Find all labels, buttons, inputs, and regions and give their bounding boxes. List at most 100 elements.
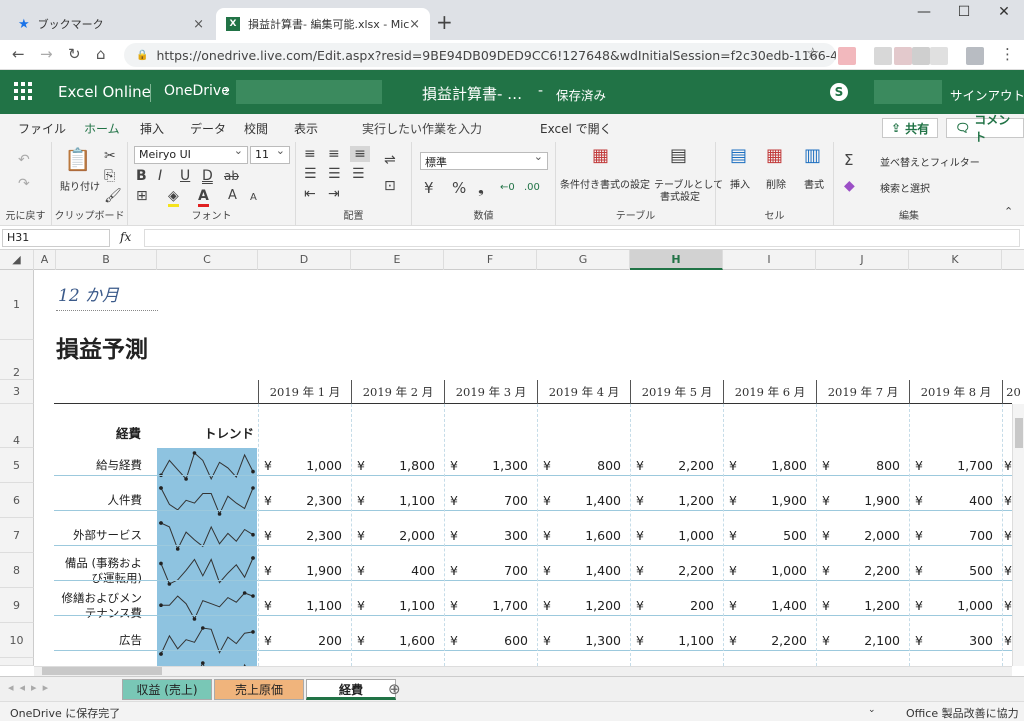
open-in-excel[interactable]: Excel で開く (540, 120, 612, 137)
double-underline-button[interactable]: D (202, 168, 213, 184)
clear-icon[interactable]: ◆ (844, 178, 855, 194)
month-header[interactable]: 2019 年 3 月 (444, 380, 537, 404)
font-size-select[interactable]: 11 (250, 144, 290, 164)
sheet-tab-expenses[interactable]: 経費 (306, 679, 396, 700)
expense-value[interactable]: 2,200 (836, 563, 900, 578)
expense-value[interactable]: 1,200 (836, 598, 900, 613)
scroll-thumb[interactable] (42, 667, 162, 675)
row-header[interactable]: 1 (0, 270, 34, 340)
formula-input[interactable] (144, 229, 1020, 247)
strikethrough-button[interactable]: ab (224, 168, 239, 184)
skype-icon[interactable]: S (830, 83, 848, 101)
row-header[interactable]: 8 (0, 553, 34, 588)
column-header[interactable]: J (816, 250, 909, 270)
extension-icon[interactable] (838, 47, 856, 65)
expense-value[interactable]: 1,300 (464, 458, 528, 473)
expense-value[interactable]: 2,200 (650, 458, 714, 473)
close-tab-icon[interactable]: × (193, 17, 204, 32)
expense-value[interactable]: 1,400 (557, 563, 621, 578)
new-tab-button[interactable]: + (436, 10, 453, 34)
month-header[interactable]: 2019 年 8 月 (909, 380, 1002, 404)
paste-icon[interactable]: 📋 (64, 148, 91, 174)
column-header[interactable]: A (34, 250, 56, 270)
column-header[interactable]: I (723, 250, 816, 270)
decrease-indent-icon[interactable]: ⇤ (304, 186, 316, 202)
font-color-button[interactable]: A (198, 188, 209, 207)
redo-icon[interactable]: ↷ (18, 176, 30, 192)
tab-review[interactable]: 校閲 (244, 120, 268, 137)
decrease-decimal-icon[interactable]: .00 (524, 180, 540, 196)
extension-icon[interactable] (930, 47, 948, 65)
add-sheet-button[interactable]: ⊕ (388, 680, 401, 698)
currency-button[interactable]: ¥ (424, 180, 434, 196)
column-header[interactable]: B (56, 250, 157, 270)
border-icon[interactable]: ⊞ (136, 188, 148, 204)
close-window-button[interactable]: ✕ (984, 4, 1024, 20)
row-header[interactable]: 6 (0, 483, 34, 518)
extension-icon[interactable] (894, 47, 912, 65)
column-header-selected[interactable]: H (630, 250, 723, 270)
column-header[interactable]: C (157, 250, 258, 270)
expense-label[interactable]: 人件費 (55, 493, 143, 508)
align-right-icon[interactable]: ☰ (352, 166, 365, 182)
sheet-nav-arrows[interactable]: ◂◂▸▸ (8, 681, 54, 694)
expense-value[interactable]: 600 (464, 633, 528, 648)
extension-icon[interactable] (874, 47, 892, 65)
month-header[interactable]: 2019 年 4 月 (537, 380, 630, 404)
chevron-down-icon[interactable]: ⌄ (868, 705, 876, 715)
expense-value[interactable]: 2,200 (743, 633, 807, 648)
paste-button[interactable]: 貼り付け (60, 178, 100, 193)
underline-button[interactable]: U (180, 168, 190, 184)
expense-value[interactable]: 1,000 (743, 563, 807, 578)
month-header[interactable]: 2019 年 5 月 (630, 380, 723, 404)
share-button[interactable]: ⇪ 共有 (882, 118, 939, 138)
sheet-tab-revenue[interactable]: 収益 (売上) (122, 679, 212, 700)
tab-view[interactable]: 表示 (294, 120, 318, 137)
expense-value[interactable]: 1,600 (371, 633, 435, 648)
find-select-button[interactable]: 検索と選択 (880, 180, 930, 195)
expense-value[interactable]: 400 (371, 563, 435, 578)
expense-value[interactable]: 2,300 (278, 528, 342, 543)
maximize-button[interactable]: ☐ (944, 4, 984, 20)
tab-bookmarks[interactable]: ★ ブックマーク × (8, 8, 214, 40)
vertical-scrollbar[interactable] (1012, 404, 1024, 666)
expense-value[interactable]: 1,300 (557, 633, 621, 648)
expense-value[interactable]: 1,600 (557, 528, 621, 543)
expense-value[interactable]: 700 (464, 563, 528, 578)
expense-label[interactable]: 外部サービス (55, 528, 142, 543)
expense-label[interactable]: 広告 (55, 633, 142, 648)
wrap-text-icon[interactable]: ⇌ (384, 152, 396, 168)
reload-icon[interactable]: ↻ (68, 45, 81, 63)
tab-insert[interactable]: 挿入 (140, 120, 164, 137)
format-painter-icon[interactable]: 🖌 (104, 188, 122, 204)
font-name-select[interactable]: Meiryo UI (134, 144, 248, 164)
tell-me-search[interactable]: 実行したい作業を入力 (362, 120, 482, 137)
column-header[interactable]: F (444, 250, 537, 270)
row-header[interactable] (0, 658, 34, 666)
forward-icon[interactable]: → (40, 45, 53, 63)
shrink-font-button[interactable]: A (250, 190, 257, 206)
trend-sparkline[interactable] (157, 518, 257, 553)
expense-label[interactable]: 修繕およびメンテナンス費 (55, 591, 143, 621)
expense-value[interactable]: 300 (464, 528, 528, 543)
delete-button[interactable]: 削除 (766, 176, 786, 191)
row-header[interactable]: 10 (0, 623, 34, 658)
month-header[interactable]: 2019 年 7 月 (816, 380, 909, 404)
fx-icon[interactable]: fx (120, 230, 131, 244)
align-center-icon[interactable]: ☰ (328, 166, 341, 182)
format-button[interactable]: 書式 (804, 176, 824, 191)
comma-button[interactable]: ❟ (478, 180, 484, 196)
conditional-format-button[interactable]: 条件付き書式の設定 (560, 176, 650, 191)
merge-center-icon[interactable]: ⊡ (384, 178, 396, 194)
bookmark-star-icon[interactable]: ☆ (806, 44, 819, 62)
sort-filter-button[interactable]: 並べ替えとフィルター (880, 154, 980, 169)
expense-value[interactable]: 1,400 (743, 598, 807, 613)
app-launcher-icon[interactable] (14, 82, 32, 100)
expense-value[interactable]: 2,100 (836, 633, 900, 648)
scroll-thumb[interactable] (1015, 418, 1023, 448)
increase-indent-icon[interactable]: ⇥ (328, 186, 340, 202)
expense-value[interactable]: 1,700 (929, 458, 993, 473)
row-header[interactable]: 3 (0, 380, 34, 404)
expense-value[interactable]: 700 (464, 493, 528, 508)
row-header[interactable]: 9 (0, 588, 34, 623)
